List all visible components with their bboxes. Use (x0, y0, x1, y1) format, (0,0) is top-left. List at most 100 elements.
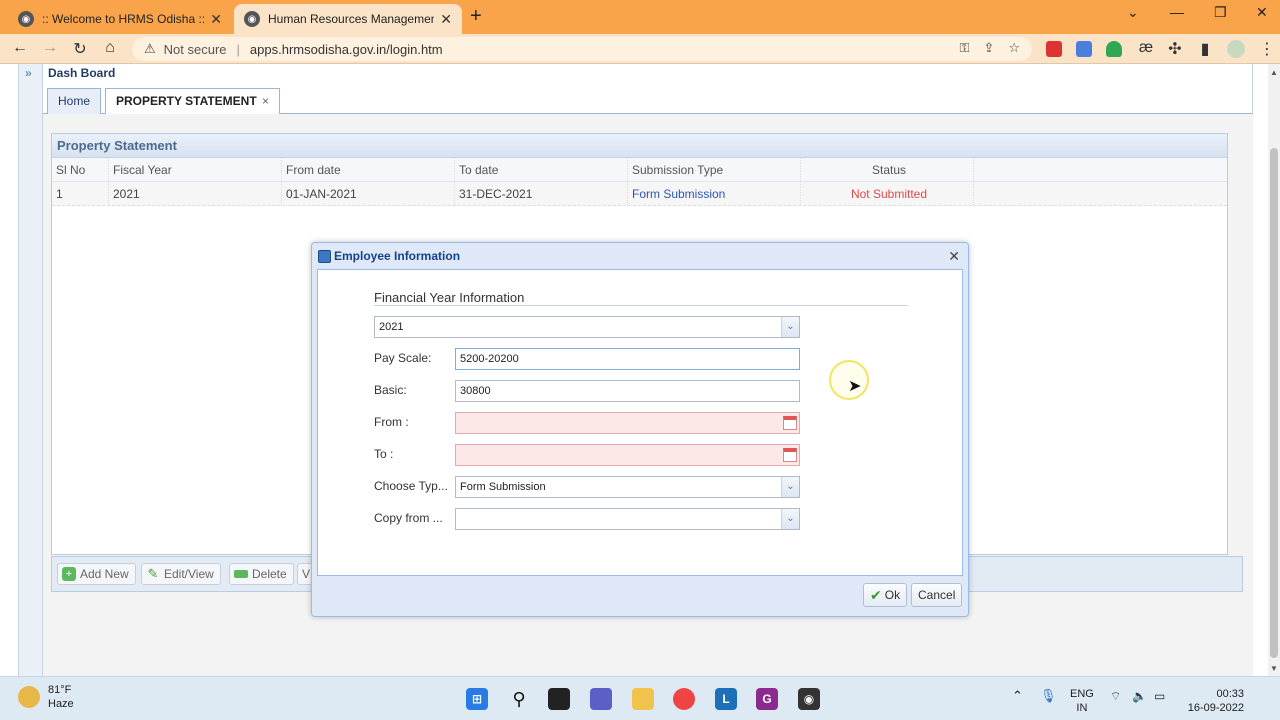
chevron-down-icon[interactable]: ⌄ (781, 509, 799, 529)
chrome-icon[interactable] (673, 688, 695, 710)
add-new-label: Add New (80, 567, 129, 581)
column-header[interactable]: Sl No (52, 158, 109, 181)
forward-icon[interactable]: → (40, 39, 60, 57)
home-icon[interactable]: ⌂ (100, 39, 120, 57)
search-icon[interactable]: ⚲ (508, 688, 530, 710)
chevron-down-icon[interactable]: ⌄ (781, 317, 799, 337)
pdf-app-icon[interactable]: G (756, 688, 778, 710)
calendar-icon[interactable] (783, 448, 797, 462)
sidepanel-icon[interactable]: ▮ (1195, 39, 1215, 59)
ok-button[interactable]: ✔ Ok (863, 583, 908, 607)
globe-icon: ◉ (18, 11, 34, 27)
minimize-icon[interactable]: — (1170, 4, 1184, 20)
cancel-button[interactable]: Cancel (911, 583, 963, 607)
clock[interactable]: 00:33 16-09-2022 (1184, 687, 1244, 715)
wifi-icon[interactable]: ⌔ (1110, 689, 1121, 703)
tab-title: :: Welcome to HRMS Odisha :: (42, 12, 205, 26)
language-indicator[interactable]: ENG IN (1070, 687, 1094, 715)
grid-header: Sl No Fiscal Year From date To date Subm… (52, 158, 1227, 182)
page-scrollbar[interactable]: ▲ ▼ (1268, 64, 1280, 676)
app-tab-strip: Home PROPERTY STATEMENT × (43, 86, 1253, 114)
task-view-icon[interactable] (548, 688, 570, 710)
dialog-footer: ✔ Ok Cancel (312, 577, 968, 617)
globe-icon: ◉ (244, 11, 260, 27)
puzzle-icon[interactable]: ✣ (1165, 39, 1185, 59)
chat-icon[interactable] (590, 688, 612, 710)
new-tab-button[interactable]: + (470, 5, 482, 28)
key-icon[interactable]: ⚿ (960, 40, 970, 56)
close-tab-icon[interactable]: × (262, 94, 269, 108)
browser-tab-hrm[interactable]: ◉ Human Resources Management ✕ (234, 4, 462, 34)
chevron-up-icon[interactable]: ⌃ (1012, 689, 1023, 703)
column-header[interactable]: To date (455, 158, 628, 181)
weather-widget[interactable]: 81°F Haze (18, 683, 74, 711)
app-l-icon[interactable]: L (715, 688, 737, 710)
restore-icon[interactable]: ❐ (1214, 4, 1227, 21)
copy-from-select[interactable]: ⌄ (455, 508, 800, 530)
collapsed-west-panel[interactable]: » (18, 64, 43, 676)
basic-input[interactable]: 30800 (455, 380, 800, 402)
column-header[interactable]: Fiscal Year (109, 158, 282, 181)
tab-home[interactable]: Home (47, 88, 102, 114)
from-label: From : (374, 415, 409, 429)
column-header[interactable]: Submission Type (628, 158, 801, 181)
calendar-icon[interactable] (783, 416, 797, 430)
dialog-header[interactable]: Employee Information (312, 243, 968, 269)
close-tab-icon[interactable]: ✕ (210, 11, 222, 28)
delete-label: Delete (252, 567, 287, 581)
chevron-down-icon[interactable]: ⌄ (781, 477, 799, 497)
expand-icon[interactable]: » (25, 66, 32, 80)
choose-type-select[interactable]: Form Submission ⌄ (455, 476, 800, 498)
from-date-field[interactable] (455, 412, 800, 434)
translate-icon[interactable] (1076, 41, 1092, 57)
browser-tab-welcome[interactable]: ◉ :: Welcome to HRMS Odisha :: ✕ (8, 4, 232, 34)
battery-icon[interactable]: ▭ (1154, 689, 1165, 703)
microphone-icon[interactable]: 🎙 (1040, 689, 1057, 703)
close-window-icon[interactable]: ✕ (1256, 4, 1268, 21)
volume-icon[interactable]: 🔈 (1132, 689, 1147, 703)
basic-value: 30800 (460, 385, 491, 397)
fieldset-divider (374, 305, 908, 306)
add-new-button[interactable]: + Add New (57, 563, 136, 585)
ae-extension-icon[interactable]: æ (1136, 39, 1156, 57)
edit-view-label: Edit/View (164, 567, 214, 581)
file-explorer-icon[interactable] (632, 688, 654, 710)
edit-view-button[interactable]: ✎ Edit/View (141, 563, 221, 585)
address-bar[interactable]: ⚠ Not secure | apps.hrmsodisha.gov.in/lo… (132, 37, 1032, 61)
column-header[interactable]: Status (801, 158, 974, 181)
tab-property-label: PROPERTY STATEMENT (116, 94, 257, 108)
reload-icon[interactable]: ↻ (70, 39, 90, 59)
menu-kebab-icon[interactable]: ⋮ (1257, 39, 1277, 59)
avatar[interactable] (1227, 40, 1245, 58)
tab-search-icon[interactable]: ⌄ (1127, 4, 1139, 21)
shield-icon[interactable] (1106, 41, 1122, 57)
windows-start-icon[interactable]: ⊞ (466, 688, 488, 710)
scroll-down-icon[interactable]: ▼ (1270, 664, 1278, 673)
to-date-field[interactable] (455, 444, 800, 466)
weather-desc: Haze (48, 698, 74, 710)
scroll-up-icon[interactable]: ▲ (1270, 68, 1278, 77)
cancel-label: Cancel (918, 588, 956, 602)
choose-type-label: Choose Typ... (374, 479, 448, 493)
table-row[interactable]: 1 2021 01-JAN-2021 31-DEC-2021 Form Subm… (52, 182, 1227, 206)
column-header[interactable]: From date (282, 158, 455, 181)
close-tab-icon[interactable]: ✕ (440, 11, 452, 28)
close-icon[interactable]: ✕ (948, 248, 960, 265)
extension-red-icon[interactable] (1046, 41, 1062, 57)
pay-scale-input[interactable]: 5200-20200 (455, 348, 800, 370)
back-icon[interactable]: ← (10, 39, 30, 57)
weather-temp: 81°F (48, 684, 72, 696)
cell-from-date: 01-JAN-2021 (282, 182, 455, 205)
pay-scale-label: Pay Scale: (374, 351, 432, 365)
bookmark-star-icon[interactable]: ☆ (1008, 40, 1020, 56)
delete-button[interactable]: Delete (229, 563, 294, 585)
lang-top: ENG (1070, 688, 1094, 700)
fiscal-year-select[interactable]: 2021 ⌄ (374, 316, 800, 338)
cell-submission-type: Form Submission (628, 182, 801, 205)
windows-taskbar: 81°F Haze ⊞ ⚲ L G ◉ ⌃ 🎙 ENG IN ⌔ 🔈 ▭ 00:… (0, 676, 1280, 720)
tab-property-statement[interactable]: PROPERTY STATEMENT × (105, 88, 281, 114)
camera-app-icon[interactable]: ◉ (798, 688, 820, 710)
minus-icon (234, 570, 248, 578)
share-icon[interactable]: ⇪ (983, 40, 994, 56)
scrollbar-thumb[interactable] (1270, 148, 1278, 658)
